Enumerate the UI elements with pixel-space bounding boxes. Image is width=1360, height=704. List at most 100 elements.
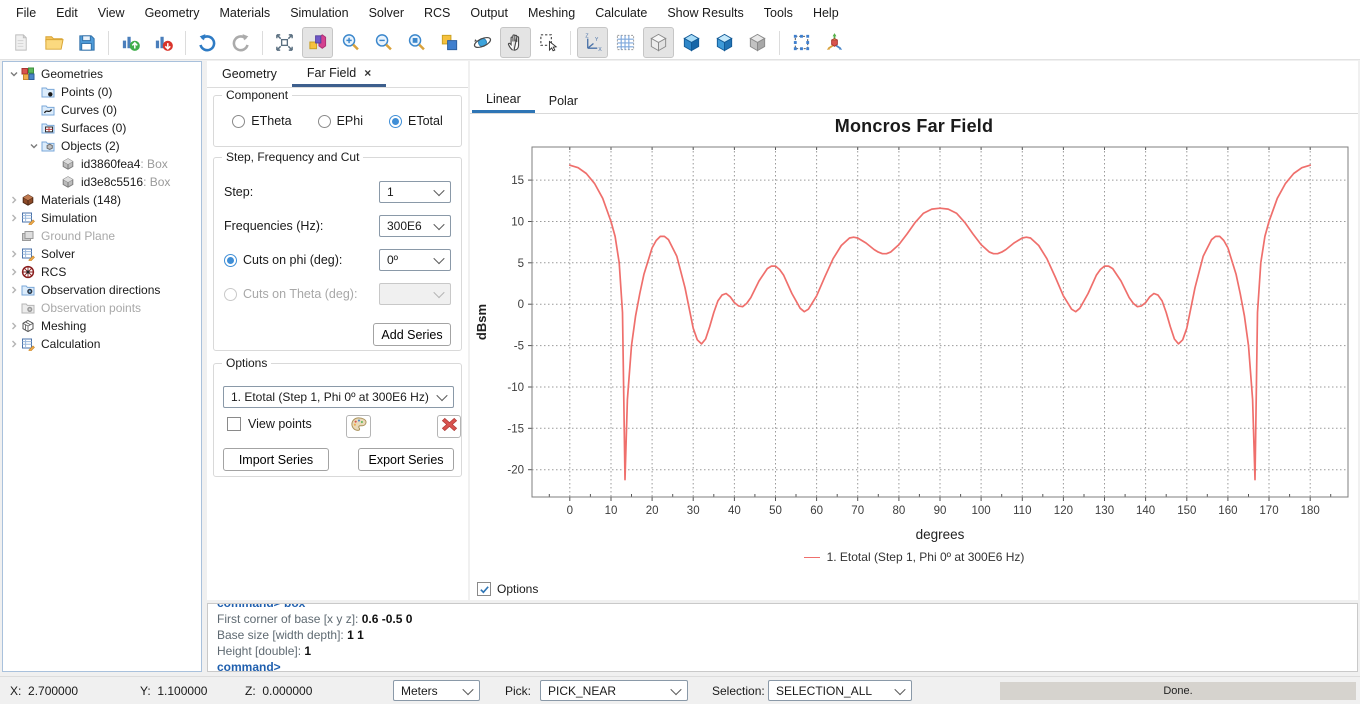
export-series-button[interactable]: Export Series (358, 448, 454, 471)
grid-button[interactable] (610, 27, 641, 58)
tree-item-meshing[interactable]: Meshing (3, 317, 201, 335)
menu-item-output[interactable]: Output (460, 0, 518, 26)
tree-item-rcs[interactable]: RCS (3, 263, 201, 281)
cube-gray-button[interactable] (742, 27, 773, 58)
chevron-collapsed-icon[interactable] (7, 213, 21, 223)
tree-item-simulation[interactable]: Simulation (3, 209, 201, 227)
sheet-icon (21, 247, 37, 261)
menu-item-meshing[interactable]: Meshing (518, 0, 585, 26)
tree-item-observation-points[interactable]: Observation points (3, 299, 201, 317)
tree-item-solver[interactable]: Solver (3, 245, 201, 263)
add-series-button[interactable]: Add Series (373, 323, 451, 346)
units-select[interactable]: Meters (393, 680, 480, 701)
pick-select[interactable]: PICK_NEAR (540, 680, 688, 701)
save-button[interactable] (71, 27, 102, 58)
tree-item-ground-plane[interactable]: Ground Plane (3, 227, 201, 245)
selection-box-button[interactable] (786, 27, 817, 58)
menu-item-view[interactable]: View (88, 0, 135, 26)
menu-item-calculate[interactable]: Calculate (585, 0, 657, 26)
new-document-button[interactable] (5, 27, 36, 58)
menu-item-simulation[interactable]: Simulation (280, 0, 358, 26)
chevron-expanded-icon[interactable] (27, 141, 41, 151)
zoom-window-button[interactable] (401, 27, 432, 58)
console-prompt[interactable]: command> (217, 659, 1357, 672)
tab-polar[interactable]: Polar (535, 88, 592, 113)
component-option-ephi[interactable]: EPhi (318, 114, 363, 128)
chevron-collapsed-icon[interactable] (7, 285, 21, 295)
selection-select[interactable]: SELECTION_ALL (768, 680, 912, 701)
menu-item-edit[interactable]: Edit (46, 0, 88, 26)
tree-item-id3e8c5516[interactable]: id3e8c5516 : Box (3, 173, 201, 191)
options-group-label: Options (222, 356, 271, 370)
plot-import-icon (120, 32, 141, 53)
radio-etotal[interactable] (389, 115, 402, 128)
select-button[interactable] (533, 27, 564, 58)
radio-ephi[interactable] (318, 115, 331, 128)
bring-front-button[interactable] (434, 27, 465, 58)
tab-far-field[interactable]: Far Field× (292, 61, 386, 87)
series-select[interactable]: 1. Etotal (Step 1, Phi 0º at 300E6 Hz) (223, 386, 454, 408)
tree-item-materials-148[interactable]: Materials (148) (3, 191, 201, 209)
cube-blue2-button[interactable] (709, 27, 740, 58)
tab-linear[interactable]: Linear (472, 88, 535, 113)
chart-options-checkbox[interactable] (477, 582, 491, 596)
import-series-button[interactable]: Import Series (223, 448, 329, 471)
cuts-phi-radio[interactable] (224, 254, 237, 267)
tree-item-points-0[interactable]: Points (0) (3, 83, 201, 101)
svg-text:Z: Z (585, 34, 589, 40)
frequencies-select[interactable]: 300E6 (379, 215, 451, 237)
chevron-collapsed-icon[interactable] (7, 195, 21, 205)
menu-item-help[interactable]: Help (803, 0, 849, 26)
tree-item-curves-0[interactable]: Curves (0) (3, 101, 201, 119)
command-console[interactable]: command> box First corner of base [x y z… (207, 603, 1358, 672)
view-points-checkbox[interactable] (227, 417, 241, 431)
view-cubes-button[interactable] (302, 27, 333, 58)
menu-item-solver[interactable]: Solver (359, 0, 414, 26)
tab-geometry[interactable]: Geometry (207, 61, 292, 87)
tree-item-id3860fea4[interactable]: id3860fea4 : Box (3, 155, 201, 173)
chevron-collapsed-icon[interactable] (7, 321, 21, 331)
chevron-collapsed-icon[interactable] (7, 339, 21, 349)
chevron-expanded-icon[interactable] (7, 69, 21, 79)
cube-blue-button[interactable] (676, 27, 707, 58)
fit-view-button[interactable] (269, 27, 300, 58)
step-select[interactable]: 1 (379, 181, 451, 203)
menu-item-tools[interactable]: Tools (754, 0, 803, 26)
radio-etheta[interactable] (232, 115, 245, 128)
step-frequency-cut-group: Step, Frequency and Cut Step: 1 Frequenc… (213, 157, 462, 351)
zoom-out-button[interactable] (368, 27, 399, 58)
pan-button[interactable] (500, 27, 531, 58)
component-option-etotal[interactable]: ETotal (389, 114, 443, 128)
tree-item-observation-directions[interactable]: Observation directions (3, 281, 201, 299)
menu-item-show-results[interactable]: Show Results (657, 0, 753, 26)
cube-wireframe-button[interactable] (643, 27, 674, 58)
toolbar: ZYX (0, 26, 1360, 60)
menu-item-rcs[interactable]: RCS (414, 0, 460, 26)
cuts-phi-select[interactable]: 0º (379, 249, 451, 271)
open-folder-button[interactable] (38, 27, 69, 58)
menu-item-materials[interactable]: Materials (209, 0, 280, 26)
delete-series-button[interactable] (437, 415, 461, 438)
series-color-button[interactable] (346, 415, 371, 438)
chevron-collapsed-icon[interactable] (7, 267, 21, 277)
redo-button[interactable] (225, 27, 256, 58)
tree-item-geometries[interactable]: Geometries (3, 65, 201, 83)
undo-button[interactable] (192, 27, 223, 58)
orbit-button[interactable] (467, 27, 498, 58)
plot-export-button[interactable] (148, 27, 179, 58)
menu-item-geometry[interactable]: Geometry (135, 0, 210, 26)
component-option-etheta[interactable]: ETheta (232, 114, 291, 128)
origin-axes-button[interactable] (819, 27, 850, 58)
svg-text:130: 130 (1095, 505, 1114, 517)
tree-item-surfaces-0[interactable]: Surfaces (0) (3, 119, 201, 137)
chevron-collapsed-icon[interactable] (7, 249, 21, 259)
zoom-in-button[interactable] (335, 27, 366, 58)
tree-item-objects-2[interactable]: Objects (2) (3, 137, 201, 155)
close-icon[interactable]: × (364, 68, 371, 78)
axes-button[interactable]: ZYX (577, 27, 608, 58)
plot-import-button[interactable] (115, 27, 146, 58)
menu-item-file[interactable]: File (6, 0, 46, 26)
tree-item-calculation[interactable]: Calculation (3, 335, 201, 353)
cuts-theta-label: Cuts on Theta (deg): (243, 287, 357, 301)
model-tree: GeometriesPoints (0)Curves (0)Surfaces (… (2, 61, 202, 672)
